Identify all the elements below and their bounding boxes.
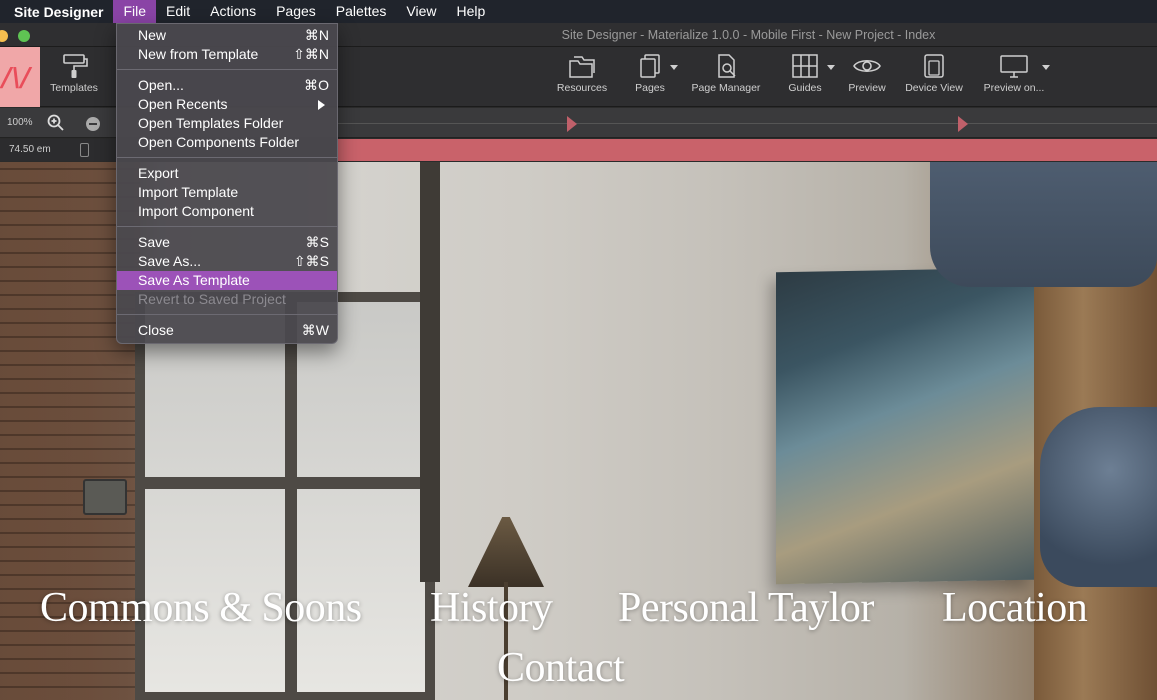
page-manager-button[interactable]: Page Manager <box>690 53 762 94</box>
menu-help[interactable]: Help <box>446 0 495 23</box>
menu-separator <box>117 69 337 70</box>
menu-item-new-from-template[interactable]: New from Template ⇧⌘N <box>117 45 337 64</box>
zoom-in-icon[interactable] <box>47 114 65 137</box>
zoom-level: 100% <box>7 117 33 128</box>
menu-edit[interactable]: Edit <box>156 0 200 23</box>
nav-link-history[interactable]: History <box>430 584 553 632</box>
menu-separator <box>117 157 337 158</box>
devices-icon <box>924 54 944 78</box>
pages-label: Pages <box>635 82 665 94</box>
guides-dropdown-caret-icon[interactable] <box>827 65 835 70</box>
menu-item-export[interactable]: Export <box>117 164 337 183</box>
canvas-width: 74.50 em <box>9 144 51 155</box>
preview-label: Preview <box>848 82 886 94</box>
page-manager-icon <box>718 54 736 78</box>
nav-link-commons-soons[interactable]: Commons & Soons <box>40 584 362 632</box>
menu-item-save[interactable]: Save ⌘S <box>117 233 337 252</box>
lamp-image <box>468 517 544 587</box>
menu-file[interactable]: File <box>113 0 157 23</box>
app-logo: /\/ <box>0 47 40 107</box>
device-view-label: Device View <box>905 82 963 94</box>
menu-item-import-component[interactable]: Import Component <box>117 202 337 221</box>
menu-item-open[interactable]: Open... ⌘O <box>117 76 337 95</box>
cap-image <box>1040 407 1157 587</box>
menu-item-import-template[interactable]: Import Template <box>117 183 337 202</box>
guides-label: Guides <box>788 82 822 94</box>
pages-dropdown-caret-icon[interactable] <box>670 65 678 70</box>
resources-button[interactable]: Resources <box>556 53 608 94</box>
file-menu-dropdown: New ⌘N New from Template ⇧⌘N Open... ⌘O Ope… <box>116 23 338 344</box>
guides-grid-icon <box>792 54 818 78</box>
folders-icon <box>569 56 595 78</box>
nav-link-location[interactable]: Location <box>942 584 1088 632</box>
phone-icon[interactable] <box>80 143 89 157</box>
resources-label: Resources <box>556 82 608 94</box>
menu-actions[interactable]: Actions <box>200 0 266 23</box>
pages-button[interactable]: Pages <box>630 53 670 94</box>
painting-image <box>776 267 1034 585</box>
window-image <box>135 292 435 700</box>
monitor-icon <box>1000 55 1028 78</box>
menu-item-close[interactable]: Close ⌘W <box>117 321 337 340</box>
templates-button[interactable]: Templates <box>48 53 100 94</box>
templates-label: Templates <box>50 82 98 94</box>
breakpoint-ruler <box>338 123 1157 124</box>
pages-icon <box>640 54 660 78</box>
menu-pages[interactable]: Pages <box>266 0 326 23</box>
eye-icon <box>853 59 881 73</box>
page-manager-label: Page Manager <box>691 82 761 94</box>
window-frame-image <box>420 162 440 582</box>
menu-separator <box>117 314 337 315</box>
guides-button[interactable]: Guides <box>785 53 825 94</box>
menu-palettes[interactable]: Palettes <box>326 0 397 23</box>
menu-bar: Site Designer File Edit Actions Pages Pa… <box>0 0 1157 23</box>
zoom-out-icon[interactable] <box>86 117 100 131</box>
paint-roller-icon <box>63 54 88 78</box>
nav-link-contact[interactable]: Contact <box>497 644 625 692</box>
menu-separator <box>117 226 337 227</box>
menu-item-revert-to-saved: Revert to Saved Project <box>138 291 286 307</box>
menu-item-open-components-folder[interactable]: Open Components Folder <box>117 133 337 152</box>
breakpoint-range-bar[interactable] <box>338 139 1157 161</box>
menu-item-new[interactable]: New ⌘N <box>117 26 337 45</box>
preview-on-dropdown-caret-icon[interactable] <box>1042 65 1050 70</box>
menu-item-open-recents[interactable]: Open Recents <box>117 95 337 114</box>
preview-on-button[interactable]: Preview on... <box>982 53 1046 94</box>
device-view-button[interactable]: Device View <box>903 53 965 94</box>
preview-on-label: Preview on... <box>983 82 1045 94</box>
jacket-image <box>930 162 1157 287</box>
logo-mark-icon: /\/ <box>2 63 31 93</box>
menu-item-open-templates-folder[interactable]: Open Templates Folder <box>117 114 337 133</box>
menu-item-save-as-template[interactable]: Save As Template <box>117 271 337 290</box>
preview-button[interactable]: Preview <box>846 53 888 94</box>
submenu-arrow-icon <box>318 100 325 110</box>
breakpoint-marker[interactable] <box>567 116 577 132</box>
outlet-image <box>83 479 127 515</box>
app-menu[interactable]: Site Designer <box>0 4 113 20</box>
breakpoint-marker[interactable] <box>958 116 968 132</box>
menu-item-save-as[interactable]: Save As... ⇧⌘S <box>117 252 337 271</box>
nav-link-personal-taylor[interactable]: Personal Taylor <box>618 584 874 632</box>
menu-view[interactable]: View <box>396 0 446 23</box>
